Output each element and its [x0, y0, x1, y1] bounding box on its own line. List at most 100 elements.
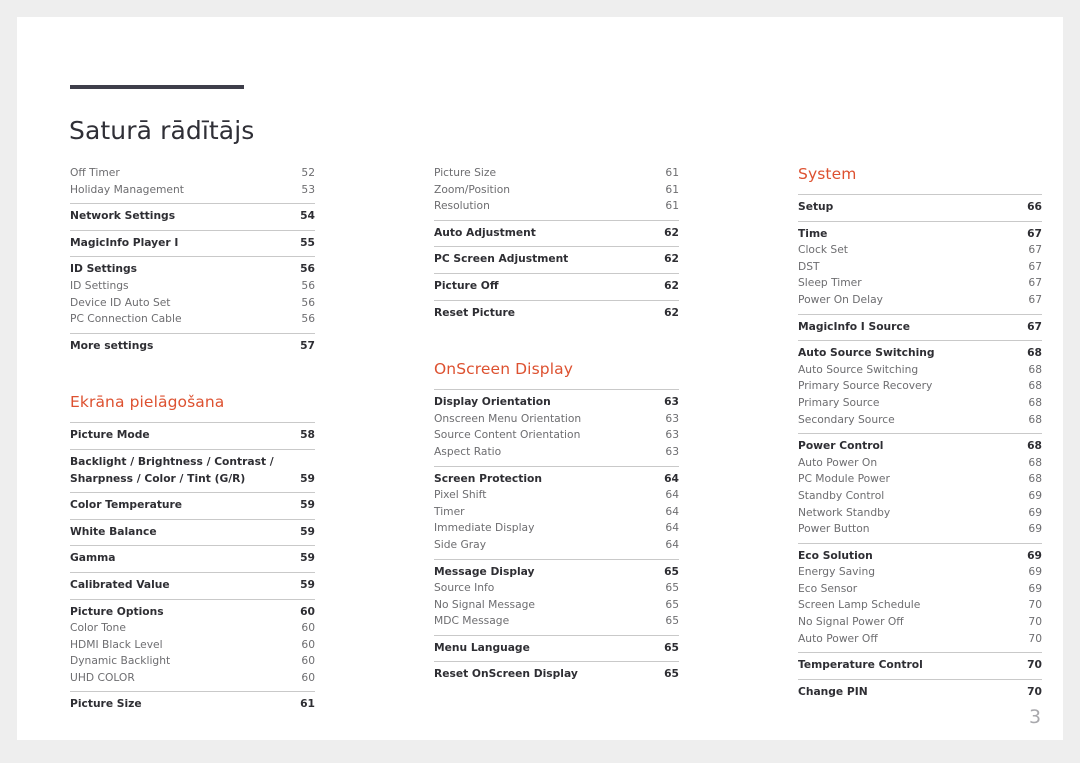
- toc-entry-item[interactable]: Zoom/Position 61: [434, 182, 679, 199]
- toc-entry-section[interactable]: More settings 57: [70, 338, 315, 355]
- toc-entry-item[interactable]: Clock Set 67: [798, 242, 1042, 259]
- toc-entry-item[interactable]: Device ID Auto Set 56: [70, 295, 315, 312]
- toc-entry-label: Menu Language: [434, 640, 530, 654]
- toc-entry-section[interactable]: Temperature Control 70: [798, 657, 1042, 674]
- toc-entry-item[interactable]: Auto Source Switching 68: [798, 362, 1042, 379]
- toc-entry-item[interactable]: PC Module Power 68: [798, 471, 1042, 488]
- toc-entry-section[interactable]: Auto Source Switching 68: [798, 345, 1042, 362]
- toc-entry-item[interactable]: Sleep Timer 67: [798, 275, 1042, 292]
- toc-entry-item[interactable]: Auto Power Off 70: [798, 631, 1042, 648]
- toc-entry-item[interactable]: Dynamic Backlight 60: [70, 653, 315, 670]
- toc-entry-item[interactable]: Standby Control 69: [798, 488, 1042, 505]
- toc-entry-label: Zoom/Position: [434, 182, 511, 196]
- toc-entry-item[interactable]: Timer 64: [434, 504, 679, 521]
- toc-entry-item[interactable]: HDMI Black Level 60: [70, 637, 315, 654]
- toc-entry-section[interactable]: Color Temperature 59: [70, 497, 315, 514]
- toc-entry-item[interactable]: Source Content Orientation 63: [434, 427, 679, 444]
- toc-entry-item[interactable]: MDC Message 65: [434, 613, 679, 630]
- toc-entry-label: Resolution: [434, 199, 490, 213]
- toc-entry-item[interactable]: No Signal Message 65: [434, 597, 679, 614]
- toc-entry-page: 55: [300, 235, 315, 249]
- toc-entry-item[interactable]: Off Timer 52: [70, 165, 315, 182]
- toc-group: Time 67 Clock Set 67 DST 67 Sleep Timer 67 Power…: [798, 220, 1042, 314]
- toc-entry-label: Calibrated Value: [70, 577, 170, 591]
- toc-entry-label: Primary Source Recovery: [798, 379, 933, 393]
- toc-group: Menu Language 65: [434, 634, 679, 662]
- toc-entry-label: Picture Options: [70, 604, 164, 618]
- toc-entry-section[interactable]: Menu Language 65: [434, 640, 679, 657]
- toc-entry-section[interactable]: Picture Off 62: [434, 278, 679, 295]
- toc-group: Picture Mode 58: [70, 422, 315, 449]
- toc-entry-item[interactable]: Network Standby 69: [798, 505, 1042, 522]
- toc-entry-section[interactable]: ID Settings 56: [70, 261, 315, 278]
- toc-entry-page: 59: [300, 524, 315, 538]
- toc-entry-item[interactable]: Power On Delay 67: [798, 292, 1042, 309]
- toc-entry-page: 61: [665, 199, 679, 213]
- toc-entry-item[interactable]: Auto Power On 68: [798, 455, 1042, 472]
- toc-entry-section[interactable]: Picture Mode 58: [70, 427, 315, 444]
- toc-entry-item[interactable]: Holiday Management 53: [70, 182, 315, 199]
- toc-entry-section[interactable]: Auto Adjustment 62: [434, 225, 679, 242]
- toc-entry-label: Color Tone: [70, 621, 126, 635]
- toc-entry-section[interactable]: Change PIN 70: [798, 684, 1042, 701]
- toc-group: White Balance 59: [70, 518, 315, 546]
- toc-entry-section[interactable]: Calibrated Value 59: [70, 577, 315, 594]
- toc-entry-item[interactable]: Resolution 61: [434, 198, 679, 215]
- toc-group: Auto Adjustment 62: [434, 219, 679, 247]
- toc-entry-label: No Signal Message: [434, 597, 535, 611]
- toc-entry-item[interactable]: Primary Source 68: [798, 395, 1042, 412]
- toc-entry-section[interactable]: Picture Size 61: [70, 696, 315, 713]
- toc-entry-item[interactable]: Onscreen Menu Orientation 63: [434, 411, 679, 428]
- toc-entry-section[interactable]: Display Orientation 63: [434, 394, 679, 411]
- toc-entry-section[interactable]: Setup 66: [798, 199, 1042, 216]
- toc-entry-section[interactable]: Eco Solution 69: [798, 548, 1042, 565]
- toc-entry-label: PC Connection Cable: [70, 312, 182, 326]
- toc-entry-section[interactable]: PC Screen Adjustment 62: [434, 251, 679, 268]
- toc-entry-item[interactable]: Color Tone 60: [70, 620, 315, 637]
- toc-entry-section[interactable]: MagicInfo I Source 67: [798, 319, 1042, 336]
- toc-entry-item[interactable]: Pixel Shift 64: [434, 487, 679, 504]
- toc-entry-page: 68: [1028, 412, 1042, 426]
- toc-entry-section[interactable]: Screen Protection 64: [434, 471, 679, 488]
- toc-entry-page: 57: [300, 338, 315, 352]
- toc-entry-item[interactable]: Energy Saving 69: [798, 564, 1042, 581]
- toc-entry-section[interactable]: Picture Options 60: [70, 604, 315, 621]
- toc-entry-label: No Signal Power Off: [798, 615, 904, 629]
- toc-entry-item[interactable]: ID Settings 56: [70, 278, 315, 295]
- toc-entry-page: 70: [1027, 658, 1042, 672]
- toc-entry-item[interactable]: PC Connection Cable 56: [70, 311, 315, 328]
- toc-entry-label: Energy Saving: [798, 565, 875, 579]
- toc-entry-section[interactable]: MagicInfo Player I 55: [70, 235, 315, 252]
- toc-entry-section[interactable]: White Balance 59: [70, 524, 315, 541]
- toc-entry-section[interactable]: Reset OnScreen Display 65: [434, 666, 679, 683]
- toc-entry-item[interactable]: Aspect Ratio 63: [434, 444, 679, 461]
- toc-entry-item[interactable]: DST 67: [798, 259, 1042, 276]
- toc-entry-item[interactable]: No Signal Power Off 70: [798, 614, 1042, 631]
- toc-entry-label: ID Settings: [70, 262, 138, 276]
- toc-entry-section[interactable]: Message Display 65: [434, 564, 679, 581]
- toc-entry-item[interactable]: Side Gray 64: [434, 537, 679, 554]
- toc-group: Reset Picture 62: [434, 299, 679, 327]
- toc-entry-label: MagicInfo I Source: [798, 319, 910, 333]
- toc-entry-item[interactable]: Immediate Display 64: [434, 520, 679, 537]
- toc-entry-item[interactable]: Power Button 69: [798, 521, 1042, 538]
- toc-group: Picture Options 60 Color Tone 60 HDMI Black …: [70, 598, 315, 692]
- toc-entry-label: Side Gray: [434, 537, 487, 551]
- toc-entry-section[interactable]: Gamma 59: [70, 550, 315, 567]
- toc-entry-section[interactable]: Power Control 68: [798, 438, 1042, 455]
- toc-entry-item[interactable]: Screen Lamp Schedule 70: [798, 597, 1042, 614]
- toc-entry-section[interactable]: Backlight / Brightness / Contrast / Shar…: [70, 454, 315, 487]
- toc-entry-item[interactable]: Secondary Source 68: [798, 412, 1042, 429]
- toc-entry-section[interactable]: Time 67: [798, 226, 1042, 243]
- toc-entry-item[interactable]: Eco Sensor 69: [798, 581, 1042, 598]
- toc-entry-item[interactable]: Primary Source Recovery 68: [798, 378, 1042, 395]
- toc-entry-label: Eco Sensor: [798, 581, 858, 595]
- toc-entry-section[interactable]: Reset Picture 62: [434, 305, 679, 322]
- toc-entry-page: 63: [665, 428, 679, 442]
- toc-entry-item[interactable]: Source Info 65: [434, 580, 679, 597]
- toc-entry-label: Auto Power On: [798, 455, 878, 469]
- toc-entry-item[interactable]: Picture Size 61: [434, 165, 679, 182]
- toc-entry-item[interactable]: UHD COLOR 60: [70, 670, 315, 687]
- toc-entry-page: 65: [665, 581, 679, 595]
- toc-entry-section[interactable]: Network Settings 54: [70, 208, 315, 225]
